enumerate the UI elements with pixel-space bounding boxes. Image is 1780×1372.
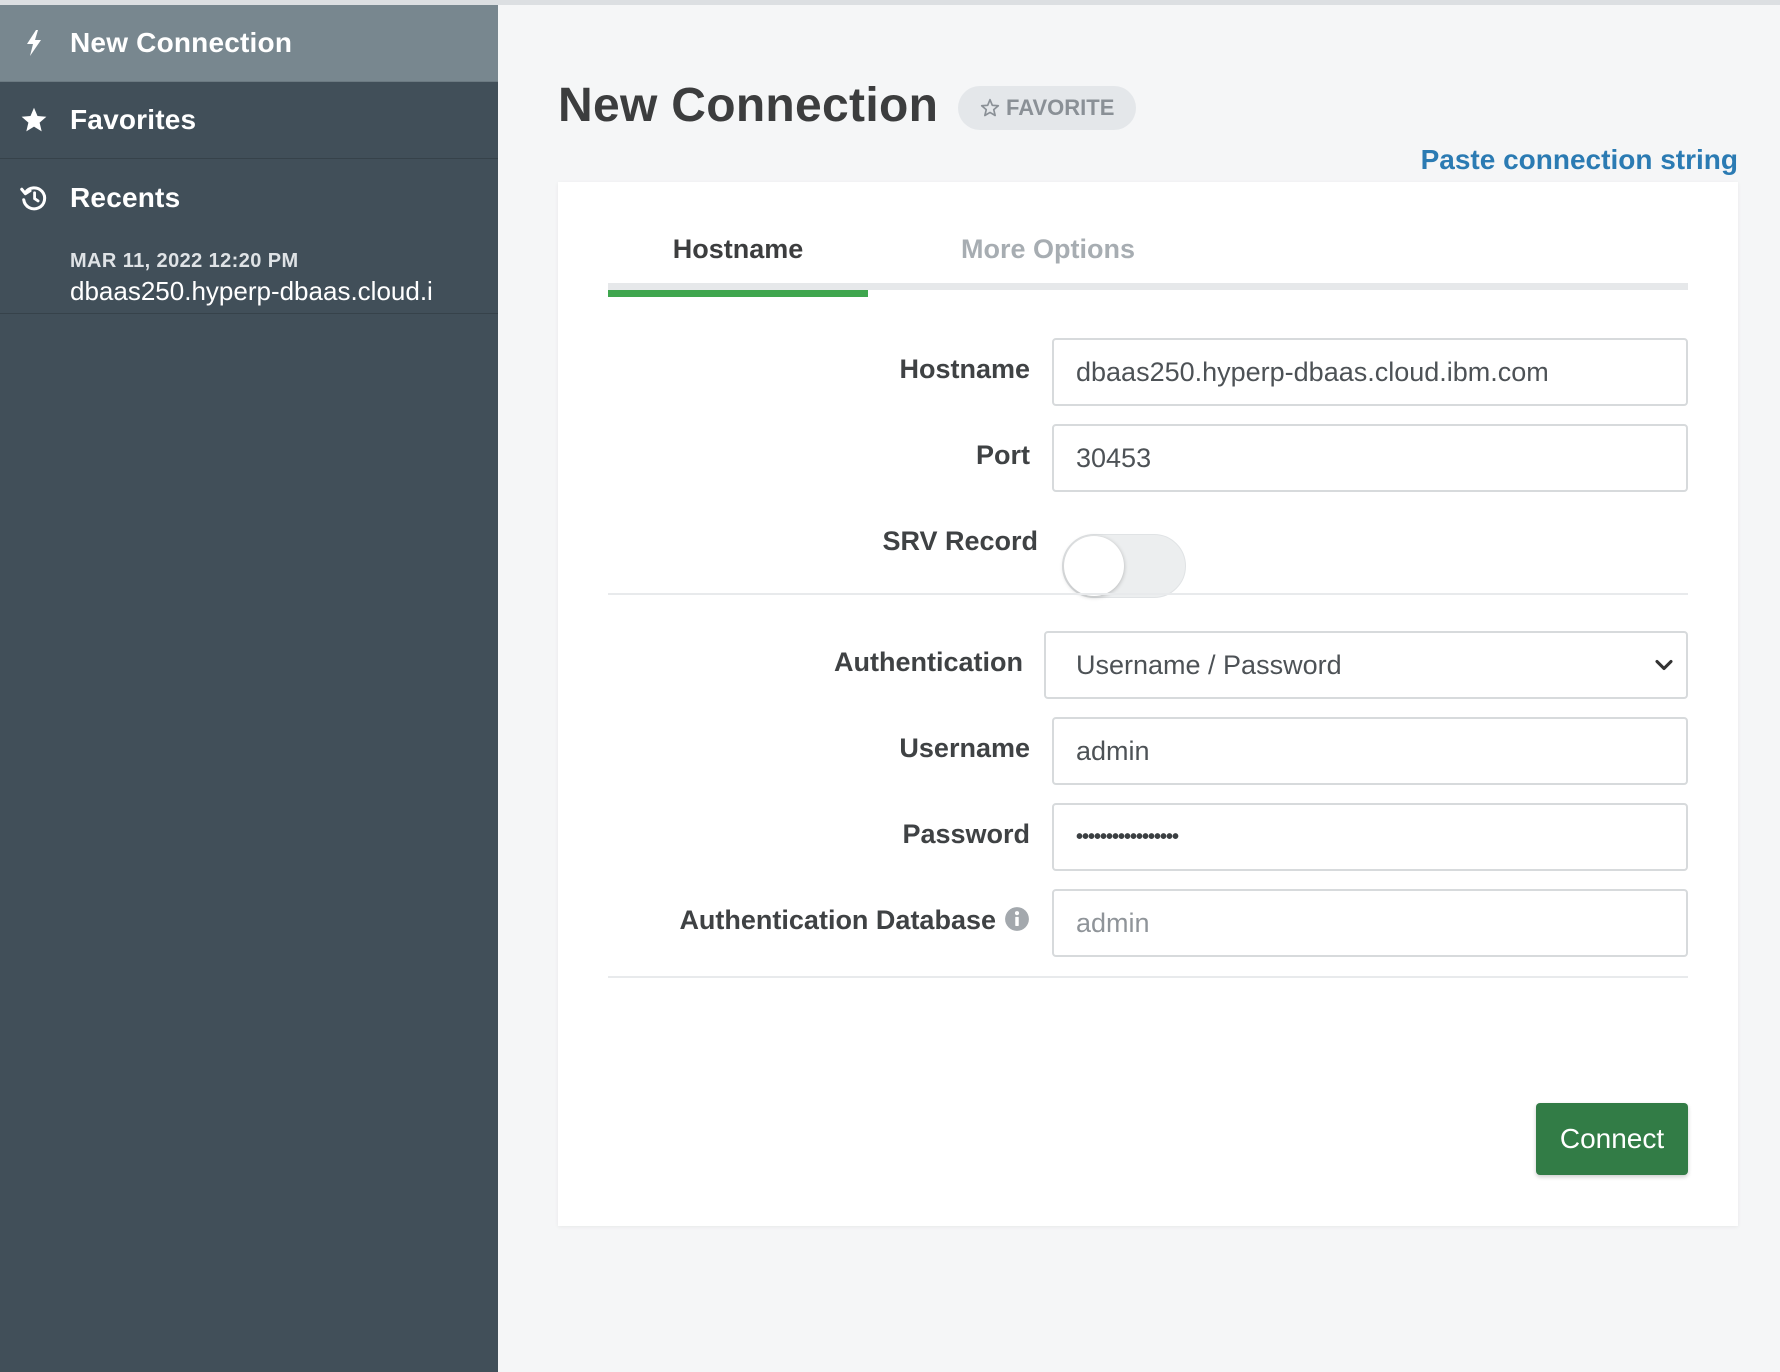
recent-host: dbaas250.hyperp-dbaas.cloud.i xyxy=(70,276,433,306)
recent-connection-item[interactable]: MAR 11, 2022 12:20 PM dbaas250.hyperp-db… xyxy=(0,236,498,314)
tab-more-options[interactable]: More Options xyxy=(908,232,1188,290)
hostname-input[interactable] xyxy=(1052,338,1688,406)
connect-button[interactable]: Connect xyxy=(1536,1103,1688,1175)
info-icon[interactable] xyxy=(1004,906,1030,932)
history-icon xyxy=(20,184,48,212)
page-title: New Connection xyxy=(558,79,939,132)
auth-database-input[interactable] xyxy=(1052,889,1688,957)
authentication-label: Authentication xyxy=(834,647,1023,677)
app-window: New Connection Favorites Recents MAR 11,… xyxy=(0,0,1780,1372)
sidebar: New Connection Favorites Recents MAR 11,… xyxy=(0,5,498,1372)
chevron-down-icon xyxy=(1655,659,1673,671)
sidebar-item-recents[interactable]: Recents xyxy=(0,159,498,236)
username-input[interactable] xyxy=(1052,717,1688,785)
sidebar-item-new-connection[interactable]: New Connection xyxy=(0,5,498,82)
srv-record-label: SRV Record xyxy=(882,526,1038,556)
star-outline-icon xyxy=(980,98,1000,117)
port-label: Port xyxy=(976,440,1030,470)
auth-database-label-row: Authentication Database xyxy=(679,905,1030,936)
star-icon xyxy=(20,106,48,134)
password-input[interactable]: ••••••••••••••••• xyxy=(1052,803,1688,871)
port-input[interactable] xyxy=(1052,424,1688,492)
favorite-button[interactable]: FAVORITE xyxy=(958,86,1137,130)
paste-connection-string-link[interactable]: Paste connection string xyxy=(1421,144,1738,176)
authentication-select[interactable]: Username / Password xyxy=(1044,631,1688,699)
bolt-icon xyxy=(20,29,48,57)
hostname-label: Hostname xyxy=(899,354,1030,384)
password-label: Password xyxy=(902,819,1030,849)
section-divider xyxy=(608,976,1688,978)
authentication-selected-value: Username / Password xyxy=(1076,649,1342,680)
username-label: Username xyxy=(899,733,1030,763)
tab-bar: Hostname More Options xyxy=(608,232,1688,297)
password-mask: ••••••••••••••••• xyxy=(1076,825,1179,848)
toggle-knob xyxy=(1064,536,1124,596)
connection-form-card: Hostname More Options Hostname Port SRV … xyxy=(558,182,1738,1226)
sidebar-item-label: Favorites xyxy=(70,104,197,135)
section-divider xyxy=(608,593,1688,595)
sidebar-item-label: New Connection xyxy=(70,27,293,58)
favorite-label: FAVORITE xyxy=(1006,95,1115,120)
auth-database-label: Authentication Database xyxy=(679,905,996,935)
sidebar-item-label: Recents xyxy=(70,181,181,213)
srv-record-toggle[interactable] xyxy=(1062,534,1186,598)
sidebar-item-favorites[interactable]: Favorites xyxy=(0,82,498,159)
recent-timestamp: MAR 11, 2022 12:20 PM xyxy=(70,250,299,272)
tab-hostname[interactable]: Hostname xyxy=(608,232,868,297)
